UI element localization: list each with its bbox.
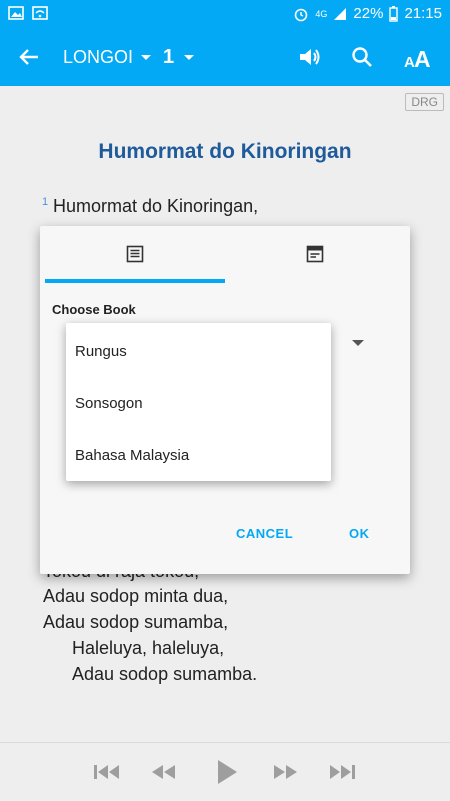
song-title: Humormat do Kinoringan [98, 140, 352, 163]
play-icon [218, 760, 237, 784]
book-option-sonsogon[interactable]: Sonsogon [66, 377, 331, 429]
book-dropdown-menu: Rungus Sonsogon Bahasa Malaysia [66, 323, 331, 481]
back-arrow-icon [19, 49, 38, 65]
dropdown-arrow-icon[interactable] [352, 340, 364, 346]
battery-icon [389, 5, 399, 22]
verse-line: Adau sodop minta dua, [43, 586, 229, 606]
signal-icon [334, 7, 347, 20]
text-size-button[interactable]: AA [404, 28, 434, 86]
chevron-down-icon [184, 55, 195, 60]
book-option-bahasa-malaysia[interactable]: Bahasa Malaysia [66, 429, 331, 481]
active-tab-indicator [45, 279, 225, 283]
tab-book-list[interactable] [45, 226, 225, 282]
skip-to-start-button[interactable] [92, 757, 122, 787]
verse-line: Humormat do Kinoringan, [53, 196, 259, 216]
book-name: LONGOI [63, 46, 134, 67]
ok-button[interactable]: OK [349, 526, 370, 541]
chevron-down-icon [141, 55, 152, 60]
layout-page-icon [306, 245, 324, 263]
choose-book-label: Choose Book [52, 302, 136, 317]
alarm-icon [295, 8, 308, 21]
skip-previous-icon [94, 765, 119, 779]
verse-line: Haleluya, haleluya, [72, 638, 225, 658]
book-selector[interactable]: LONGOI [63, 28, 153, 86]
drg-badge[interactable]: DRG [405, 93, 444, 111]
text-size-icon: AA [404, 46, 431, 69]
audio-button[interactable] [298, 28, 322, 86]
app-bar: LONGOI 1 AA [0, 28, 450, 86]
skip-to-end-button[interactable] [327, 757, 357, 787]
verse-line: Adau sodop sumamba. [72, 664, 258, 684]
back-button[interactable] [18, 28, 40, 86]
battery-percent: 22% [353, 5, 384, 22]
svg-text:A: A [414, 46, 431, 69]
tab-book-layout[interactable] [225, 226, 405, 282]
list-page-icon [126, 245, 144, 263]
search-icon [352, 47, 372, 67]
status-bar: 4G 22% 21:15 [0, 0, 450, 28]
rewind-button[interactable] [148, 757, 178, 787]
skip-next-icon [330, 765, 355, 779]
search-button[interactable] [351, 28, 373, 86]
verse-number: 1 [42, 196, 49, 208]
network-type: 4G [315, 8, 328, 19]
play-button[interactable] [212, 757, 242, 787]
rewind-icon [152, 765, 175, 779]
gallery-notification-icon [8, 6, 24, 20]
clock: 21:15 [404, 5, 442, 22]
verse-line: Adau sodop sumamba, [43, 612, 229, 632]
book-option-rungus[interactable]: Rungus [66, 325, 331, 377]
fast-forward-icon [274, 765, 297, 779]
audio-player-bar [0, 742, 450, 801]
chapter-number: 1 [163, 45, 175, 68]
wifi-notification-icon [32, 6, 48, 20]
cancel-button[interactable]: CANCEL [236, 526, 293, 541]
chapter-selector[interactable]: 1 [163, 28, 196, 86]
speaker-icon [300, 49, 320, 65]
fast-forward-button[interactable] [271, 757, 301, 787]
